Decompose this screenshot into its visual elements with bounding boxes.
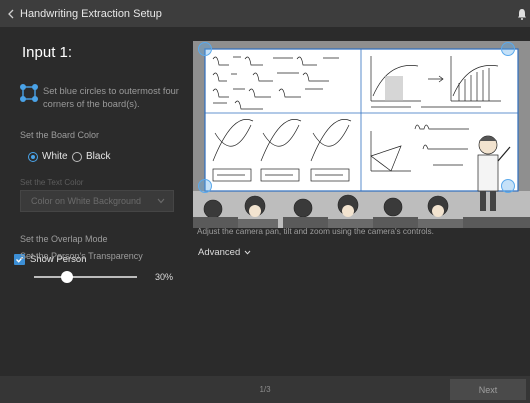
radio-black-label: Black — [86, 151, 111, 162]
settings-panel: Input 1: Set blue circles to outermost f… — [0, 27, 185, 377]
text-color-label: Set the Text Color — [20, 178, 84, 187]
camera-preview[interactable] — [193, 41, 530, 228]
transparency-value: 30% — [155, 272, 174, 282]
radio-white-label: White — [42, 151, 68, 162]
corner-handle-bottom-left[interactable] — [198, 179, 212, 193]
corner-handle-top-left[interactable] — [198, 42, 212, 56]
input-title: Input 1: — [22, 44, 73, 61]
text-color-value: Color on White Background — [31, 196, 142, 206]
advanced-toggle[interactable]: Advanced — [198, 247, 251, 258]
slider-thumb[interactable] — [61, 271, 74, 283]
radio-white[interactable]: White — [28, 151, 68, 162]
corner-handle-bottom-right[interactable] — [501, 179, 515, 193]
corner-handles-icon — [20, 84, 38, 102]
chevron-down-icon — [157, 198, 165, 204]
transparency-slider[interactable] — [34, 271, 137, 283]
instruction-text: Adjust the camera pan, tilt and zoom usi… — [197, 227, 434, 236]
transparency-label-text: Set the Person's Transparency — [20, 251, 143, 261]
text-color-select[interactable]: Color on White Background — [20, 190, 174, 212]
title-bar: Handwriting Extraction Setup — [0, 0, 530, 27]
overlap-mode-label: Set the Overlap Mode — [20, 234, 108, 244]
corner-handle-top-right[interactable] — [501, 42, 515, 56]
classroom-image — [193, 41, 530, 228]
hint-text: Set blue circles to outermost four corne… — [43, 86, 179, 109]
radio-black[interactable]: Black — [72, 151, 110, 162]
bell-icon[interactable] — [517, 8, 527, 20]
chevron-down-icon — [244, 250, 251, 255]
footer-bar: 1/3 Next — [0, 376, 530, 403]
radio-indicator — [72, 151, 82, 162]
advanced-label: Advanced — [198, 247, 241, 258]
slider-track — [34, 276, 137, 278]
next-button[interactable]: Next — [450, 379, 526, 400]
board-color-label: Set the Board Color — [20, 130, 100, 140]
chevron-left-icon — [8, 9, 14, 18]
back-button[interactable] — [2, 0, 20, 27]
radio-indicator-selected — [28, 151, 38, 162]
window-title: Handwriting Extraction Setup — [20, 7, 162, 20]
